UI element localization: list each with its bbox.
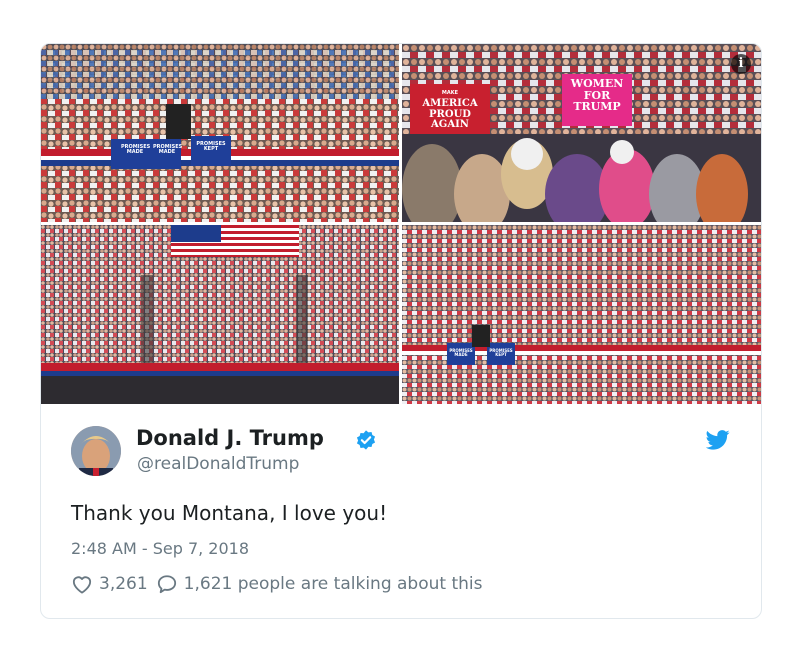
info-icon[interactable]: i bbox=[731, 54, 751, 74]
avatar[interactable] bbox=[71, 426, 121, 476]
conversation-count[interactable]: 1,621 people are talking about this bbox=[184, 574, 483, 594]
women-for-trump-sign: WOMEN FOR TRUMP bbox=[570, 77, 624, 114]
photo-grid[interactable]: PROMISES MADE PROMISES MADE PROMISES KEP… bbox=[41, 44, 761, 404]
promises-kept-sign: PROMISES KEPT bbox=[489, 348, 513, 358]
promises-made-sign: PROMISES MADE bbox=[153, 144, 183, 156]
verified-badge-icon bbox=[356, 430, 376, 450]
rally-photo-2[interactable]: MAKE AMERICA PROUD AGAIN WOMEN FOR TRUMP… bbox=[402, 44, 761, 222]
user-handle[interactable]: @realDonaldTrump bbox=[137, 454, 299, 474]
america-proud-again-sign: AMERICA PROUD AGAIN bbox=[422, 98, 478, 130]
tweet-card[interactable]: PROMISES MADE PROMISES MADE PROMISES KEP… bbox=[40, 43, 762, 619]
promises-made-sign: PROMISES MADE bbox=[449, 348, 473, 358]
crowd-image bbox=[41, 225, 399, 404]
crowd-image bbox=[41, 44, 399, 222]
promises-made-sign: PROMISES MADE bbox=[121, 144, 151, 156]
rally-photo-4[interactable]: PROMISES MADE PROMISES KEPT bbox=[402, 225, 761, 404]
heart-icon[interactable] bbox=[71, 574, 93, 594]
engagement-bar: 3,261 1,621 people are talking about thi… bbox=[71, 574, 482, 594]
rally-photo-1[interactable]: PROMISES MADE PROMISES MADE PROMISES KEP… bbox=[41, 44, 399, 222]
avatar-image bbox=[71, 426, 121, 476]
tweet-text: Thank you Montana, I love you! bbox=[71, 501, 388, 525]
like-count[interactable]: 3,261 bbox=[99, 574, 148, 594]
display-name[interactable]: Donald J. Trump bbox=[136, 426, 324, 450]
comment-bubble-icon[interactable] bbox=[156, 574, 178, 594]
make-sign-text: MAKE bbox=[441, 90, 459, 96]
rally-photo-3[interactable] bbox=[41, 225, 399, 404]
tweet-timestamp[interactable]: 2:48 AM - Sep 7, 2018 bbox=[71, 539, 249, 558]
crowd-image bbox=[402, 225, 761, 404]
promises-kept-sign: PROMISES KEPT bbox=[196, 141, 226, 153]
twitter-bird-icon[interactable] bbox=[706, 430, 730, 450]
crowd-image bbox=[402, 44, 761, 222]
